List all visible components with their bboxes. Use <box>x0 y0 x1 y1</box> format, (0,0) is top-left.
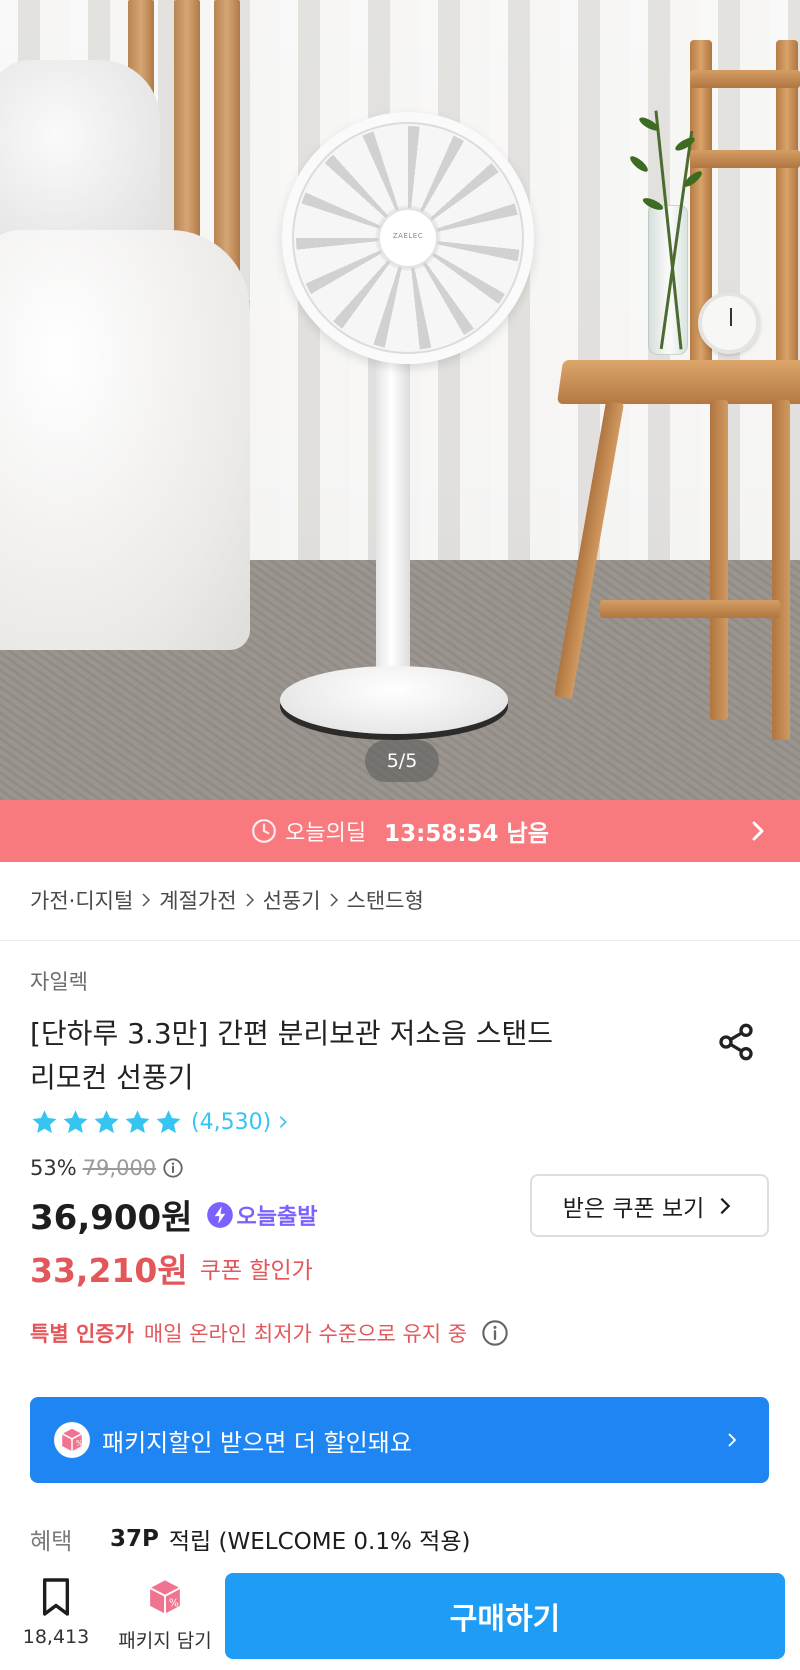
section-divider <box>0 940 800 941</box>
star-icon <box>32 1110 57 1133</box>
alarm-clock <box>698 292 760 354</box>
coupon-price-label: 쿠폰 할인가 <box>199 1258 313 1284</box>
fan-base <box>280 666 508 734</box>
package-box-icon: % <box>54 1422 90 1458</box>
coupon-price: 33,210원 <box>30 1251 188 1290</box>
duvet <box>0 230 250 650</box>
original-price: 79,000 <box>82 1156 157 1180</box>
product-title: [단하루 3.3만] 간편 분리보관 저소음 스탠드 리모컨 선풍기 <box>30 1012 630 1100</box>
breadcrumb-item-stand[interactable]: 스탠드형 <box>347 885 424 915</box>
star-icon <box>125 1110 150 1133</box>
bookmark-count: 18,413 <box>22 1626 90 1648</box>
share-icon[interactable] <box>716 1022 756 1062</box>
breadcrumb: 가전·디지털 계절가전 선풍기 스탠드형 <box>30 880 424 920</box>
add-to-package-label: 패키지 담기 <box>118 1630 212 1652</box>
carousel-page-indicator: 5/5 <box>365 740 439 782</box>
star-icon <box>63 1110 88 1133</box>
info-icon[interactable] <box>162 1157 184 1179</box>
bottom-action-bar: 18,413 % 패키지 담기 구매하기 <box>0 1568 800 1670</box>
fan-brand-label: ZAELEC <box>392 232 424 240</box>
today-deal-banner[interactable]: 오늘의딜 13:58:54 남음 <box>0 800 800 862</box>
fan-head: ZAELEC <box>282 112 534 364</box>
benefit-label: 혜택 <box>30 1529 73 1555</box>
view-coupons-button[interactable]: 받은 쿠폰 보기 <box>530 1174 769 1237</box>
review-count: (4,530) <box>191 1109 272 1135</box>
buy-button[interactable]: 구매하기 <box>225 1573 785 1659</box>
wooden-chair <box>540 40 800 760</box>
star-rating <box>30 1108 183 1136</box>
product-image-carousel[interactable]: ZAELEC 5/5 <box>0 0 800 800</box>
chevron-right-icon <box>246 893 254 907</box>
svg-text:%: % <box>76 1439 83 1448</box>
chevron-right-icon <box>142 893 151 907</box>
today-shipping-label: 오늘출발 <box>236 1204 318 1230</box>
pillow <box>0 60 160 250</box>
deal-label: 오늘의딜 <box>285 821 367 846</box>
add-to-package-button[interactable]: % 패키지 담기 <box>112 1576 218 1653</box>
today-shipping-badge: 오늘출발 <box>206 1199 317 1231</box>
star-icon <box>156 1110 181 1133</box>
package-discount-text: 패키지할인 받으면 더 할인돼요 <box>102 1428 412 1457</box>
package-box-icon: % <box>149 1580 181 1614</box>
fan-pole <box>376 358 410 688</box>
bookmark-icon <box>42 1578 70 1616</box>
brand-name[interactable]: 자일렉 <box>30 966 88 996</box>
view-coupons-label: 받은 쿠폰 보기 <box>562 1195 705 1222</box>
price-row: 36,900원 오늘출발 <box>30 1190 317 1239</box>
lightning-icon <box>207 1201 234 1228</box>
certification-description: 매일 온라인 최저가 수준으로 유지 중 <box>143 1322 468 1346</box>
chevron-right-icon <box>728 1433 737 1447</box>
chevron-right-icon <box>752 821 764 841</box>
sale-price: 36,900원 <box>30 1198 193 1238</box>
package-discount-banner[interactable]: % 패키지할인 받으면 더 할인돼요 <box>30 1397 769 1483</box>
breadcrumb-item-seasonal[interactable]: 계절가전 <box>159 885 236 915</box>
coupon-price-row: 33,210원 쿠폰 할인가 <box>30 1244 313 1292</box>
discount-row: 53% 79,000 <box>30 1156 184 1180</box>
certification-row: 특별 인증가 매일 온라인 최저가 수준으로 유지 중 <box>30 1318 509 1348</box>
chevron-right-icon <box>279 1116 288 1128</box>
benefit-row: 혜택 37P 적립 (WELCOME 0.1% 적용) <box>30 1522 470 1556</box>
certification-title: 특별 인증가 <box>30 1322 134 1346</box>
clock-icon <box>252 819 277 843</box>
breadcrumb-item-digital[interactable]: 가전·디지털 <box>30 885 133 915</box>
deal-countdown: 13:58:54 남음 <box>384 821 549 847</box>
svg-text:%: % <box>169 1598 179 1610</box>
breadcrumb-item-fan[interactable]: 선풍기 <box>263 885 321 915</box>
chevron-right-icon <box>330 893 338 907</box>
star-icon <box>94 1110 119 1133</box>
chevron-right-icon <box>720 1197 731 1214</box>
info-icon[interactable] <box>481 1319 509 1347</box>
discount-rate: 53% <box>30 1156 77 1180</box>
bookmark-button[interactable]: 18,413 <box>20 1576 92 1648</box>
rating-summary[interactable]: (4,530) <box>30 1108 291 1136</box>
benefit-points: 37P <box>110 1526 159 1552</box>
benefit-description: 적립 (WELCOME 0.1% 적용) <box>168 1529 471 1555</box>
product-title-line1: [단하루 3.3만] 간편 분리보관 저소음 스탠드 <box>30 1017 554 1050</box>
product-title-line2: 리모컨 선풍기 <box>30 1061 194 1094</box>
